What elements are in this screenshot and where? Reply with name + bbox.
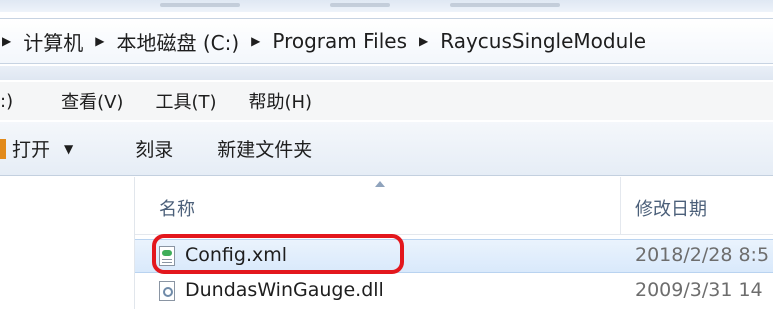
file-row-dundas[interactable]: DundasWinGauge.dll 2009/3/31 14: [135, 275, 773, 309]
command-toolbar: 打开 ▼ 刻录 新建文件夹: [0, 122, 773, 176]
open-label: 打开: [12, 139, 51, 161]
dll-file-icon: [159, 281, 175, 301]
breadcrumb-item-raycus[interactable]: ▶ RaycusSingleModule: [419, 29, 646, 53]
file-name[interactable]: DundasWinGauge.dll: [185, 279, 384, 301]
menu-item-view[interactable]: 查看(V): [53, 88, 131, 114]
open-icon: [0, 138, 6, 159]
breadcrumb-label[interactable]: RaycusSingleModule: [440, 29, 646, 53]
chevron-right-icon[interactable]: ▶: [95, 34, 104, 48]
breadcrumb-label[interactable]: 本地磁盘 (C:): [116, 27, 239, 56]
file-modified-date: 2018/2/28 8:5: [635, 244, 770, 266]
title-smudge: [330, 3, 390, 7]
file-name[interactable]: Config.xml: [185, 244, 287, 266]
column-header-modified[interactable]: 修改日期: [635, 195, 707, 221]
burn-button[interactable]: 刻录: [135, 135, 173, 162]
xml-file-icon: [159, 246, 175, 266]
title-smudge: [160, 3, 240, 7]
open-button[interactable]: 打开 ▼: [0, 135, 73, 162]
chevron-right-icon[interactable]: ▶: [419, 34, 428, 48]
menu-bar: :) 查看(V) 工具(T) 帮助(H): [0, 82, 773, 120]
column-headers: 名称 修改日期: [135, 177, 773, 235]
menu-item-truncated[interactable]: :): [0, 91, 21, 112]
file-row-config[interactable]: Config.xml 2018/2/28 8:5: [135, 239, 773, 273]
chevron-right-icon[interactable]: ▶: [2, 34, 11, 48]
column-divider[interactable]: [620, 177, 621, 235]
breadcrumb-item-local-disk[interactable]: ▶ 本地磁盘 (C:): [95, 27, 239, 56]
new-folder-button[interactable]: 新建文件夹: [217, 135, 312, 162]
file-modified-date: 2009/3/31 14: [635, 279, 763, 301]
address-bar[interactable]: ▶ 计算机 ▶ 本地磁盘 (C:) ▶ Program Files ▶ Rayc…: [0, 18, 773, 64]
breadcrumb-item-computer[interactable]: ▶ 计算机: [2, 27, 83, 56]
title-smudge: [450, 3, 560, 7]
chevron-down-icon[interactable]: ▼: [64, 142, 73, 156]
address-bar-divider: [0, 66, 773, 80]
sort-ascending-icon: [375, 181, 385, 187]
breadcrumb-label[interactable]: 计算机: [23, 27, 83, 56]
breadcrumb-label[interactable]: Program Files: [272, 29, 407, 53]
menu-item-help[interactable]: 帮助(H): [241, 88, 321, 114]
breadcrumb-item-program-files[interactable]: ▶ Program Files: [251, 29, 407, 53]
menu-item-tools[interactable]: 工具(T): [147, 88, 224, 114]
column-header-name[interactable]: 名称: [159, 195, 195, 221]
navigation-pane[interactable]: [0, 177, 135, 309]
window-top-band: [0, 0, 773, 12]
chevron-right-icon[interactable]: ▶: [251, 34, 260, 48]
